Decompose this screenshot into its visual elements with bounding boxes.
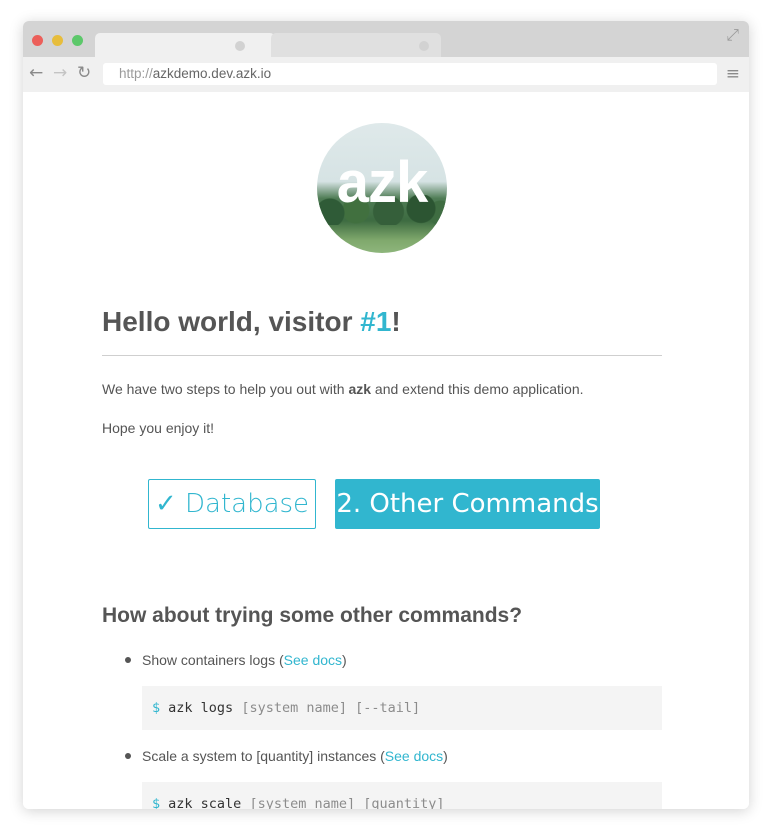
intro-azk-bold: azk <box>348 381 372 397</box>
url-host: azkdemo.dev.azk.io <box>152 66 272 81</box>
see-docs-link[interactable]: See docs <box>284 652 342 668</box>
page-title: Hello world, visitor #1! <box>102 306 662 338</box>
zoom-window-button[interactable] <box>72 35 83 46</box>
tab-favicon-icon <box>235 41 245 51</box>
intro-text-before: We have two steps to help you out with <box>102 381 349 397</box>
other-commands-step-button[interactable]: 2. Other Commands <box>335 479 600 529</box>
item-text-close: ) <box>443 748 448 764</box>
visitor-number: #1 <box>360 306 392 337</box>
code-command: azk scale <box>168 796 242 809</box>
code-args: [system name] [quantity] <box>249 796 445 809</box>
list-item: Show containers logs (See docs) <box>142 652 347 668</box>
item-text-close: ) <box>342 652 347 668</box>
forward-arrow-icon[interactable]: → <box>53 63 67 83</box>
code-args: [system name] [--tail] <box>241 700 421 716</box>
fullscreen-icon[interactable]: ⤢ <box>726 27 739 45</box>
enjoy-paragraph: Hope you enjoy it! <box>102 420 215 436</box>
browser-window: ⤢ ← → ↻ http://azkdemo.dev.azk.io ≡ azk … <box>23 21 749 809</box>
code-block: $ azk scale [system name] [quantity] <box>142 782 662 809</box>
browser-toolbar: ← → ↻ http://azkdemo.dev.azk.io ≡ <box>23 57 749 92</box>
list-item: Scale a system to [quantity] instances (… <box>142 748 448 764</box>
list-bullet <box>125 753 131 759</box>
code-command: azk logs <box>168 700 234 716</box>
code-prompt: $ <box>152 700 161 716</box>
intro-text-after: and extend this demo application. <box>371 381 584 397</box>
back-arrow-icon[interactable]: ← <box>29 63 43 83</box>
browser-tab-active[interactable] <box>95 33 275 57</box>
title-suffix: ! <box>391 306 401 337</box>
code-block: $ azk logs [system name] [--tail] <box>142 686 662 730</box>
browser-tab-inactive[interactable] <box>271 33 441 57</box>
item-text: Show containers logs ( <box>142 652 284 668</box>
browser-titlebar: ⤢ <box>23 21 749 57</box>
item-text: Scale a system to [quantity] instances ( <box>142 748 385 764</box>
close-window-button[interactable] <box>32 35 43 46</box>
logo-text: azk <box>336 150 429 215</box>
reload-icon[interactable]: ↻ <box>77 63 91 83</box>
azk-logo: azk <box>317 123 447 253</box>
page-viewport: azk Hello world, visitor #1! We have two… <box>23 92 749 809</box>
database-step-button[interactable]: ✓ Database <box>148 479 316 529</box>
title-prefix: Hello world, visitor <box>102 306 361 337</box>
hamburger-menu-icon[interactable]: ≡ <box>726 64 740 84</box>
title-divider <box>102 355 662 356</box>
intro-paragraph: We have two steps to help you out with a… <box>102 381 584 397</box>
address-bar[interactable]: http://azkdemo.dev.azk.io <box>103 63 717 85</box>
url-scheme: http:// <box>119 66 153 81</box>
see-docs-link[interactable]: See docs <box>385 748 443 764</box>
minimize-window-button[interactable] <box>52 35 63 46</box>
section-title: How about trying some other commands? <box>102 604 523 627</box>
list-bullet <box>125 657 131 663</box>
code-prompt: $ <box>152 796 161 809</box>
tab-favicon-icon <box>419 41 429 51</box>
